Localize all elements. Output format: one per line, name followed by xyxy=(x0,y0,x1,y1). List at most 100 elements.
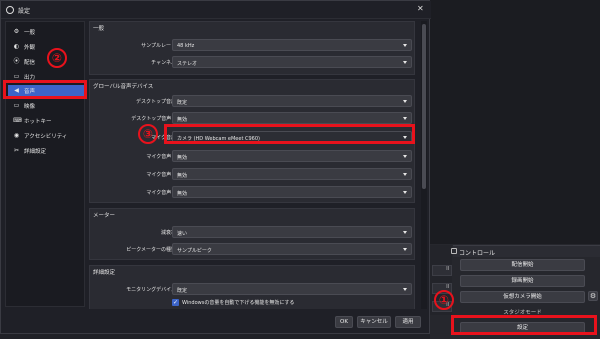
appearance-icon: ◐ xyxy=(13,43,20,50)
chevron-down-icon xyxy=(403,155,407,158)
sidebar-item-appearance[interactable]: ◐ 外観 xyxy=(8,41,84,52)
mic-audio-2-select[interactable]: 無効 xyxy=(172,150,412,162)
start-recording-button[interactable]: 録画開始 xyxy=(460,275,585,287)
chevron-down-icon xyxy=(403,44,407,47)
mixer-row: ll xyxy=(432,265,452,276)
select-value: 既定 xyxy=(177,99,188,106)
sidebar-item-label: 詳細設定 xyxy=(24,149,47,155)
settings-dialog: 設定 ✕ ⚙ 一般 ◐ 外観 ⦿ 配信 ▭ 出力 ◀ 音声 ▭ 映像 ⌨ ホット xyxy=(0,0,431,334)
decay-rate-row: 減衰率 速い xyxy=(90,226,416,238)
sidebar-item-label: 一般 xyxy=(24,30,36,36)
mic-audio-2-row: マイク音声 2 無効 xyxy=(90,150,416,162)
field-label: デスクトップ音声 xyxy=(135,99,176,105)
cancel-button[interactable]: キャンセル xyxy=(357,316,391,328)
chevron-down-icon xyxy=(403,231,407,234)
field-label: デスクトップ音声 2 xyxy=(131,116,176,122)
ok-button[interactable]: OK xyxy=(335,316,353,328)
apply-button[interactable]: 適用 xyxy=(395,316,421,328)
hotkeys-icon: ⌨ xyxy=(13,117,22,124)
dock-icon xyxy=(451,248,457,254)
section-title: メーター xyxy=(93,213,116,219)
select-value: 無効 xyxy=(177,154,188,161)
meters-section: メーター 減衰率 速い ピークメーターの種類 サンプルピーク xyxy=(89,208,415,260)
desktop-audio-select[interactable]: 既定 xyxy=(172,95,412,107)
start-virtual-camera-button[interactable]: 仮想カメラ開始 xyxy=(460,291,585,303)
settings-content: 一般 サンプルレート 48 kHz チャンネル ステレオ グローバル音声デバイス xyxy=(89,21,419,309)
decay-rate-select[interactable]: 速い xyxy=(172,226,412,238)
monitoring-device-select[interactable]: 既定 xyxy=(172,283,412,295)
sidebar-item-label: 映像 xyxy=(24,104,36,110)
settings-sidebar: ⚙ 一般 ◐ 外観 ⦿ 配信 ▭ 出力 ◀ 音声 ▭ 映像 ⌨ ホットキー ◉ xyxy=(5,21,85,307)
select-value: サンプルピーク xyxy=(177,247,212,254)
ducking-label: Windowsの音量を自動で下げる機能を無効にする xyxy=(182,300,295,306)
ducking-checkbox[interactable]: ✓ xyxy=(172,299,179,306)
annotation-box-settings xyxy=(451,315,597,335)
select-value: 無効 xyxy=(177,116,188,123)
select-value: 無効 xyxy=(177,190,188,197)
annotation-number-1: ① xyxy=(434,290,454,310)
controls-title: コントロール xyxy=(459,250,496,257)
field-label: モニタリングデバイス xyxy=(126,287,176,293)
sidebar-item-video[interactable]: ▭ 映像 xyxy=(8,100,84,111)
dialog-title: 設定 xyxy=(18,8,31,15)
select-value: 無効 xyxy=(177,172,188,179)
mic-audio-4-select[interactable]: 無効 xyxy=(172,186,412,198)
channels-row: チャンネル ステレオ xyxy=(90,56,416,68)
mic-audio-3-select[interactable]: 無効 xyxy=(172,168,412,180)
peak-meter-select[interactable]: サンプルピーク xyxy=(172,243,412,255)
obs-logo-icon xyxy=(6,6,14,14)
content-scrollbar[interactable] xyxy=(421,21,427,309)
sample-rate-row: サンプルレート 48 kHz xyxy=(90,39,416,51)
general-section: 一般 サンプルレート 48 kHz チャンネル ステレオ xyxy=(89,21,415,75)
section-title: グローバル音声デバイス xyxy=(93,84,154,90)
sidebar-item-stream[interactable]: ⦿ 配信 xyxy=(8,56,84,67)
chevron-down-icon xyxy=(403,191,407,194)
field-label: ピークメーターの種類 xyxy=(126,247,176,253)
dialog-titlebar: 設定 ✕ xyxy=(1,1,431,19)
select-value: 速い xyxy=(177,230,188,237)
chevron-down-icon xyxy=(403,173,407,176)
close-icon[interactable]: ✕ xyxy=(417,4,424,13)
chevron-down-icon xyxy=(403,288,407,291)
stream-icon: ⦿ xyxy=(13,58,20,65)
sample-rate-select[interactable]: 48 kHz xyxy=(172,39,412,51)
sidebar-item-advanced[interactable]: ✂ 詳細設定 xyxy=(8,145,84,156)
controls-dock-title: コントロール xyxy=(451,245,600,257)
channels-select[interactable]: ステレオ xyxy=(172,56,412,68)
select-value: ステレオ xyxy=(177,60,198,67)
sidebar-item-hotkeys[interactable]: ⌨ ホットキー xyxy=(8,115,84,126)
settings-icon: ⚙ xyxy=(13,28,20,35)
annotation-box-audio xyxy=(3,80,87,99)
sidebar-item-label: 外観 xyxy=(24,45,36,51)
chevron-down-icon xyxy=(403,100,407,103)
annotation-number-3: ③ xyxy=(138,124,158,144)
accessibility-icon: ◉ xyxy=(13,132,20,139)
scrollbar-thumb[interactable] xyxy=(422,24,426,189)
monitoring-device-row: モニタリングデバイス 既定 xyxy=(90,283,416,295)
sidebar-item-label: ホットキー xyxy=(24,119,52,125)
mic-audio-4-row: マイク音声 4 無効 xyxy=(90,186,416,198)
annotation-box-mic xyxy=(164,124,415,144)
sidebar-item-accessibility[interactable]: ◉ アクセシビリティ xyxy=(8,130,84,141)
section-title: 詳細設定 xyxy=(93,270,116,276)
sidebar-item-label: アクセシビリティ xyxy=(24,134,68,140)
peak-meter-row: ピークメーターの種類 サンプルピーク xyxy=(90,243,416,255)
desktop-audio-2-row: デスクトップ音声 2 無効 xyxy=(90,112,416,124)
mic-audio-3-row: マイク音声 3 無効 xyxy=(90,168,416,180)
virtual-camera-settings-gear-icon[interactable]: ⚙ xyxy=(588,291,598,301)
select-value: 既定 xyxy=(177,287,188,294)
chevron-down-icon xyxy=(403,248,407,251)
video-icon: ▭ xyxy=(13,102,20,109)
desktop-audio-row: デスクトップ音声 既定 xyxy=(90,95,416,107)
field-label: サンプルレート xyxy=(141,43,176,49)
sidebar-item-label: 配信 xyxy=(24,60,36,66)
annotation-number-2: ② xyxy=(47,48,67,68)
chevron-down-icon xyxy=(403,61,407,64)
advanced-icon: ✂ xyxy=(13,147,20,154)
start-streaming-button[interactable]: 配信開始 xyxy=(460,259,585,271)
advanced-section: 詳細設定 モニタリングデバイス 既定 ✓ Windowsの音量を自動で下げる機能… xyxy=(89,265,415,309)
sidebar-item-general[interactable]: ⚙ 一般 xyxy=(8,26,84,37)
output-icon: ▭ xyxy=(13,73,20,80)
desktop-audio-2-select[interactable]: 無効 xyxy=(172,112,412,124)
select-value: 48 kHz xyxy=(177,42,195,49)
